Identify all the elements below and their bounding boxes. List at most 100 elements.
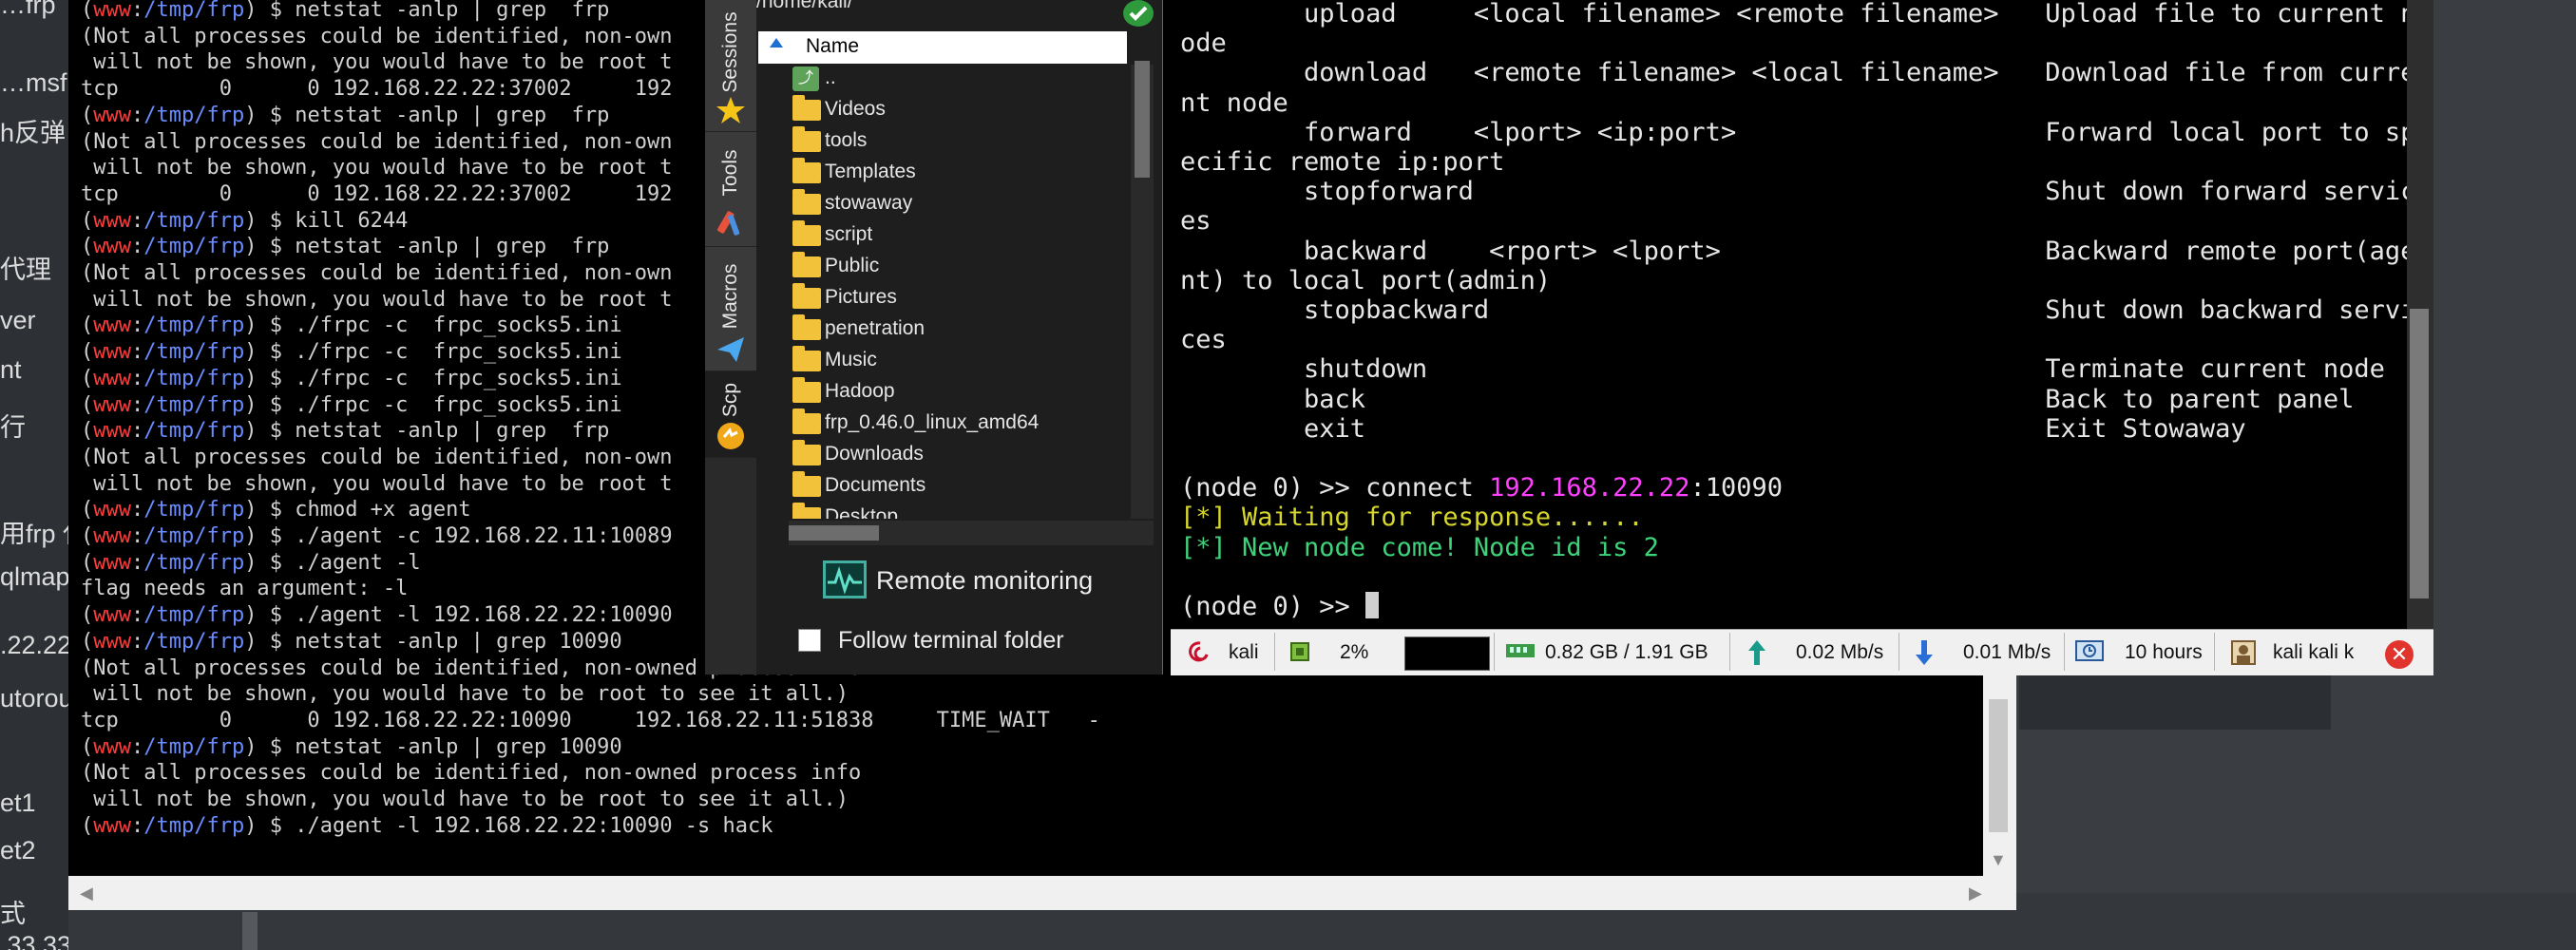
parent-directory-row[interactable]: ⤴ ..	[758, 65, 1129, 96]
back-terminal-vscroll-thumb[interactable]	[1989, 699, 2008, 832]
terminal-line: (Not all processes could be identified, …	[81, 760, 1100, 787]
background-window-fragment	[2019, 674, 2331, 730]
front-terminal-output: upload <local filename> <remote filename…	[1180, 0, 2415, 621]
terminal-text: $ netstat -anlp | grep 10090	[269, 734, 622, 759]
memory-icon	[1506, 644, 1535, 657]
tab-scp-label: Scp	[719, 382, 741, 417]
folder-row[interactable]: Desktop	[758, 503, 1129, 519]
prompt-user: www	[93, 314, 131, 338]
prompt-user: www	[93, 524, 131, 549]
prompt-path: /tmp/frp	[143, 235, 245, 259]
tab-macros[interactable]: Macros	[705, 247, 756, 371]
desktop-icon-label: 行	[0, 413, 26, 442]
terminal-text: $ ./frpc -c frpc_socks5.ini	[269, 314, 622, 338]
folder-name: stowaway	[825, 192, 913, 214]
uptime-clock-icon	[2075, 640, 2104, 661]
folder-icon	[792, 189, 821, 215]
file-list: ⤴ .. Videos tools Templates stowaway scr…	[758, 65, 1129, 519]
scroll-down-arrow-icon[interactable]: ▼	[1990, 850, 2007, 870]
monitoring-icon[interactable]	[823, 560, 867, 598]
back-terminal-hscrollbar[interactable]	[68, 876, 2016, 910]
terminal-text: $ netstat -anlp | grep frp	[269, 419, 610, 444]
tab-sessions-label: Sessions	[719, 11, 741, 93]
folder-icon	[792, 408, 821, 434]
checkmark-icon[interactable]	[1123, 0, 1154, 27]
folder-icon	[792, 314, 821, 340]
terminal-text: $ ./frpc -c frpc_socks5.ini	[269, 392, 622, 417]
prompt-path: /tmp/frp	[143, 524, 245, 549]
front-terminal-window[interactable]: upload <local filename> <remote filename…	[1171, 0, 2433, 629]
folder-row[interactable]: stowaway	[758, 189, 1129, 221]
help-line: ode	[1180, 28, 1227, 59]
help-line: stopbackward Shut down backward servi	[1180, 295, 2416, 326]
name-column-label: Name	[806, 35, 860, 57]
node-prompt: (node 0) >>	[1180, 473, 1366, 504]
star-icon	[716, 97, 745, 124]
help-line: shutdown Terminate current node	[1180, 354, 2385, 385]
folder-row[interactable]: Music	[758, 346, 1129, 378]
tab-tools[interactable]: Tools	[705, 132, 756, 247]
side-tab-bar: Sessions Tools Macros Scp	[705, 0, 757, 674]
file-list-vscroll-thumb[interactable]	[1135, 61, 1150, 178]
sftp-path[interactable]: /home/kali/	[756, 0, 1117, 23]
terminal-text: $ ./agent -l 192.168.22.22:10090	[269, 603, 673, 628]
port-text: :10090	[1689, 473, 1783, 504]
remote-monitoring-button[interactable]: Remote monitoring	[876, 566, 1093, 596]
terminal-text: $ ./agent -l	[269, 550, 421, 575]
follow-terminal-label[interactable]: Follow terminal folder	[838, 627, 1064, 655]
folder-row[interactable]: Public	[758, 252, 1129, 284]
folder-row[interactable]: tools	[758, 126, 1129, 159]
folder-name: Hadoop	[825, 380, 895, 402]
user-icon	[2231, 640, 2256, 665]
tab-tools-label: Tools	[719, 149, 741, 197]
folder-name: script	[825, 223, 873, 245]
prompt-user: www	[93, 392, 131, 417]
front-terminal-vscroll-thumb[interactable]	[2410, 309, 2429, 598]
help-line: back Back to parent panel	[1180, 384, 2355, 414]
folder-row[interactable]: frp_0.46.0_linux_amd64	[758, 408, 1129, 441]
folder-row[interactable]: Hadoop	[758, 377, 1129, 409]
folder-icon	[792, 252, 821, 277]
scroll-right-arrow-icon[interactable]: ▶	[1969, 884, 1982, 903]
scroll-left-arrow-icon[interactable]: ◀	[80, 884, 93, 903]
status-host: kali	[1183, 633, 1269, 671]
download-arrow-icon	[1916, 640, 1933, 665]
help-line: upload <local filename> <remote filename…	[1180, 0, 2416, 28]
terminal-text: $ ./agent -c 192.168.22.11:10089	[269, 524, 673, 549]
tab-sessions[interactable]: Sessions	[705, 0, 756, 132]
prompt-line: (node 0) >>	[1180, 592, 2415, 621]
desktop-icon-label: .33.33	[0, 931, 68, 950]
prompt-path: /tmp/frp	[143, 603, 245, 628]
text-cursor	[1365, 592, 1380, 619]
cpu-icon	[1290, 642, 1309, 661]
help-line: exit Exit Stowaway	[1180, 413, 2246, 444]
terminal-line: (www:/tmp/frp) $ ./agent -l 192.168.22.2…	[81, 813, 773, 838]
prompt-user: www	[93, 340, 131, 365]
folder-row[interactable]: Pictures	[758, 283, 1129, 315]
tab-scp[interactable]: Scp	[705, 371, 756, 458]
desktop-icon-label: et2	[0, 836, 36, 864]
folder-row[interactable]: penetration	[758, 314, 1129, 347]
folder-row[interactable]: Documents	[758, 471, 1129, 504]
terminal-line: tcp 0 0 192.168.22.22:10090 192.168.22.1…	[81, 708, 1100, 734]
prompt-user: www	[93, 734, 131, 759]
file-name: ..	[825, 66, 836, 88]
close-icon[interactable]: ✕	[2385, 640, 2414, 669]
follow-terminal-checkbox[interactable]	[798, 629, 821, 652]
terminal-line: will not be shown, you would have to be …	[81, 787, 1100, 813]
folder-name: Templates	[825, 161, 916, 182]
parent-folder-icon: ⤴	[792, 66, 819, 91]
folder-row[interactable]: script	[758, 220, 1129, 253]
prompt-path: /tmp/frp	[143, 0, 245, 22]
terminal-text: $ netstat -anlp | grep frp	[269, 0, 610, 22]
folder-row[interactable]: Templates	[758, 158, 1129, 190]
desktop-icon-label: 式	[0, 900, 26, 928]
folder-name: Videos	[825, 98, 886, 120]
folder-row[interactable]: Videos	[758, 95, 1129, 127]
help-line: es	[1180, 206, 1212, 237]
file-list-hscroll-thumb[interactable]	[789, 525, 879, 541]
help-line: nt node	[1180, 87, 1288, 118]
prompt-user: www	[93, 208, 131, 233]
cpu-usage: 2%	[1340, 641, 1369, 663]
folder-row[interactable]: Downloads	[758, 440, 1129, 472]
